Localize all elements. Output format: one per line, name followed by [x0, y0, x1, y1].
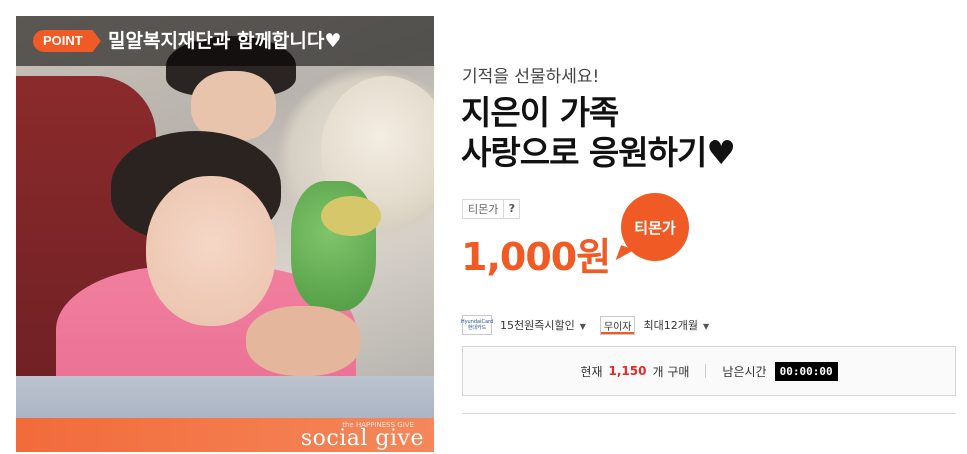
- price-help-button[interactable]: ?: [503, 200, 519, 218]
- card-discount-dropdown[interactable]: 15천원즉시할인 ▼: [500, 317, 600, 333]
- social-give-banner: the HAPPINESS GIVE social give: [16, 418, 434, 452]
- payment-options: HyundaiCard 현대카드 15천원즉시할인 ▼ 무이자 최대12개월 ▼: [461, 315, 723, 335]
- chevron-down-icon: ▼: [579, 322, 586, 331]
- chevron-down-icon: ▼: [702, 322, 710, 331]
- child-face: [146, 176, 276, 326]
- installment-badge: 무이자: [599, 315, 636, 335]
- divider: [462, 413, 956, 414]
- point-badge: POINT: [33, 30, 101, 52]
- purchase-status: 현재 1,150 개 구매 남은시간 00:00:00: [462, 346, 956, 396]
- toy-hat: [321, 196, 381, 236]
- social-give-logo: social give: [300, 426, 424, 451]
- purchase-count-unit: 개 구매: [652, 364, 690, 379]
- status-divider: [705, 364, 707, 378]
- deal-title-line2: 사랑으로 응원하기♥: [461, 133, 736, 172]
- installment-dropdown[interactable]: 최대12개월 ▼: [643, 317, 723, 333]
- deal-title-line1: 지은이 가족: [461, 93, 619, 132]
- price-label-text: 티몬가: [468, 203, 499, 216]
- countdown-timer: 00:00:00: [774, 361, 838, 381]
- installment-text: 최대12개월: [643, 319, 698, 332]
- card-discount-text: 15천원즉시할인: [500, 319, 575, 332]
- deal-title: 지은이 가족 사랑으로 응원하기♥: [461, 93, 736, 173]
- product-image[interactable]: POINT 밀알복지재단과 함께합니다♥ the HAPPINESS GIVE …: [16, 16, 434, 452]
- card-logo-ko: 현대카드: [467, 325, 487, 331]
- price-bubble: 티몬가: [621, 193, 689, 261]
- point-headline: 밀알복지재단과 함께합니다♥: [108, 30, 342, 52]
- deal-subtitle: 기적을 선물하세요!: [462, 67, 600, 87]
- remaining-time-label: 남은시간: [722, 364, 767, 379]
- current-label: 현재: [580, 364, 603, 379]
- image-top-banner: POINT 밀알복지재단과 함께합니다♥: [16, 16, 434, 66]
- hyundai-card-icon: HyundaiCard 현대카드: [461, 315, 493, 335]
- purchase-count: 1,150: [608, 364, 647, 378]
- deal-price: 1,000원: [461, 235, 611, 279]
- hand: [246, 306, 361, 376]
- price-label: 티몬가 ?: [462, 199, 521, 219]
